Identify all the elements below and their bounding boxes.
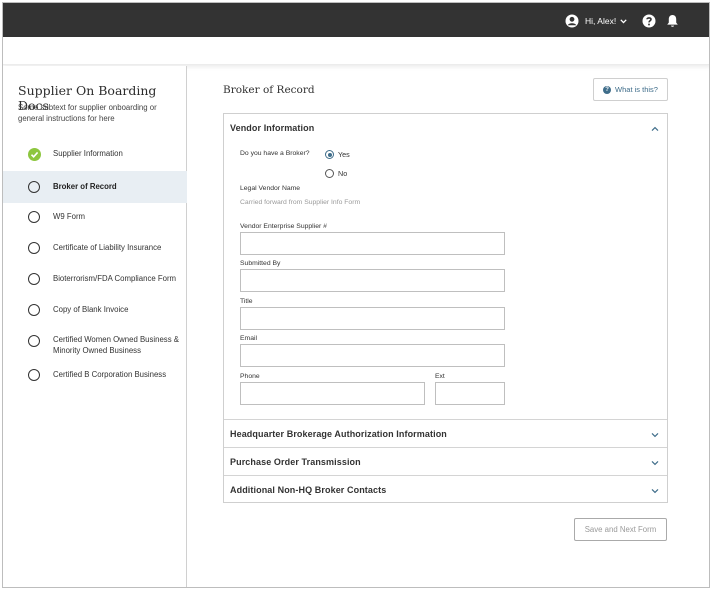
chevron-down-icon bbox=[651, 453, 659, 471]
what-is-this-label: What is this? bbox=[615, 85, 658, 94]
email-input[interactable] bbox=[240, 344, 505, 367]
step-label: Broker of Record bbox=[53, 182, 117, 191]
submitted-by-input[interactable] bbox=[240, 269, 505, 292]
question-icon: ? bbox=[603, 85, 612, 94]
step-label: Certified Women Owned Business & Minorit… bbox=[53, 335, 179, 355]
sidebar-step-certificate-of-liability[interactable]: Certificate of Liability Insurance bbox=[3, 236, 187, 260]
help-icon[interactable] bbox=[642, 14, 656, 33]
broker-question-label: Do you have a Broker? bbox=[240, 150, 310, 157]
supplier-number-input[interactable] bbox=[240, 232, 505, 255]
sidebar-step-women-minority-owned[interactable]: Certified Women Owned Business & Minorit… bbox=[3, 329, 187, 359]
broker-no-radio[interactable]: No bbox=[325, 169, 347, 178]
empty-circle-icon bbox=[28, 335, 40, 347]
empty-circle-icon bbox=[28, 369, 40, 381]
step-label: Supplier Information bbox=[53, 149, 123, 158]
section-title: Purchase Order Transmission bbox=[230, 456, 361, 467]
section-header-additional-broker-contacts[interactable]: Additional Non-HQ Broker Contacts bbox=[224, 476, 667, 503]
legal-vendor-name-value: Carried forward from Supplier Info Form bbox=[240, 199, 361, 206]
step-label: W9 Form bbox=[53, 212, 86, 221]
page-title: Broker of Record bbox=[223, 84, 315, 96]
step-label: Bioterrorism/FDA Compliance Form bbox=[53, 274, 177, 283]
section-title: Additional Non-HQ Broker Contacts bbox=[230, 484, 387, 495]
user-avatar-icon bbox=[565, 14, 579, 28]
sidebar-step-bioterrorism-fda[interactable]: Bioterrorism/FDA Compliance Form bbox=[3, 267, 187, 291]
step-label: Certificate of Liability Insurance bbox=[53, 243, 162, 252]
radio-label: Yes bbox=[338, 150, 350, 159]
section-header-purchase-order-transmission[interactable]: Purchase Order Transmission bbox=[224, 448, 667, 475]
broker-yes-radio[interactable]: Yes bbox=[325, 150, 350, 159]
chevron-down-icon bbox=[651, 425, 659, 443]
section-title: Headquarter Brokerage Authorization Info… bbox=[230, 428, 447, 439]
empty-circle-icon bbox=[28, 304, 40, 316]
empty-circle-icon bbox=[28, 242, 40, 254]
bell-icon[interactable] bbox=[666, 14, 679, 33]
step-label: Copy of Blank Invoice bbox=[53, 305, 129, 314]
ext-label: Ext bbox=[435, 373, 445, 380]
sidebar: Supplier On Boarding Docs Some subtext f… bbox=[3, 66, 187, 587]
section-title: Vendor Information bbox=[230, 122, 315, 133]
sidebar-step-supplier-information[interactable]: Supplier Information bbox=[3, 142, 187, 166]
legal-vendor-name-label: Legal Vendor Name bbox=[240, 185, 301, 192]
sidebar-step-b-corporation[interactable]: Certified B Corporation Business bbox=[3, 363, 187, 387]
save-and-next-button[interactable]: Save and Next Form bbox=[574, 518, 667, 541]
sidebar-step-blank-invoice[interactable]: Copy of Blank Invoice bbox=[3, 298, 187, 322]
section-header-vendor-information[interactable]: Vendor Information bbox=[224, 114, 667, 141]
section-header-hq-brokerage[interactable]: Headquarter Brokerage Authorization Info… bbox=[224, 420, 667, 447]
ext-input[interactable] bbox=[435, 382, 505, 405]
app-window: Hi, Alex! Supplier On Boarding Docs Some… bbox=[2, 2, 710, 588]
empty-circle-icon bbox=[28, 273, 40, 285]
main-content: Broker of Record ? What is this? Vendor … bbox=[188, 66, 709, 587]
radio-selected-icon bbox=[325, 150, 334, 159]
sidebar-subtitle: Some subtext for supplier onboarding or … bbox=[18, 103, 157, 123]
empty-circle-icon bbox=[28, 211, 40, 223]
form-accordion: Vendor Information Do you have a Broker?… bbox=[223, 113, 668, 503]
chevron-down-icon bbox=[620, 18, 627, 24]
radio-unselected-icon bbox=[325, 169, 334, 178]
title-label: Title bbox=[240, 298, 253, 305]
radio-label: No bbox=[338, 169, 348, 178]
phone-input[interactable] bbox=[240, 382, 425, 405]
what-is-this-button[interactable]: ? What is this? bbox=[593, 78, 668, 101]
step-label: Certified B Corporation Business bbox=[53, 370, 167, 379]
chevron-up-icon bbox=[651, 119, 659, 137]
submitted-by-label: Submitted By bbox=[240, 260, 281, 267]
sidebar-step-broker-of-record[interactable]: Broker of Record bbox=[3, 171, 187, 203]
chevron-down-icon bbox=[651, 481, 659, 499]
sub-header-bar bbox=[3, 37, 709, 65]
supplier-number-label: Vendor Enterprise Supplier # bbox=[240, 223, 327, 230]
user-greeting: Hi, Alex! bbox=[585, 16, 617, 26]
phone-label: Phone bbox=[240, 373, 260, 380]
checkmark-icon bbox=[28, 148, 41, 161]
title-input[interactable] bbox=[240, 307, 505, 330]
empty-circle-icon bbox=[28, 181, 40, 193]
sidebar-step-w9-form[interactable]: W9 Form bbox=[3, 205, 187, 229]
user-menu[interactable]: Hi, Alex! bbox=[565, 13, 627, 29]
top-nav-bar: Hi, Alex! bbox=[3, 3, 709, 37]
email-label: Email bbox=[240, 335, 257, 342]
